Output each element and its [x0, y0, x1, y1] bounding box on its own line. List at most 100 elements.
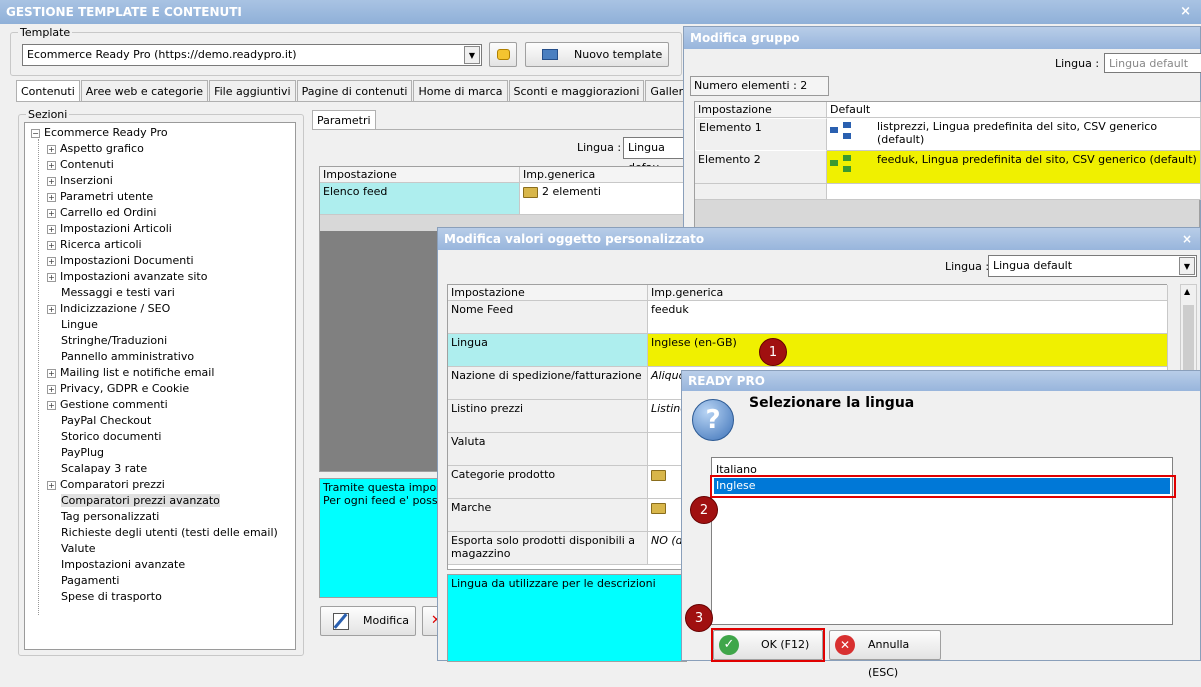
collapse-icon[interactable]: − [31, 128, 40, 138]
expand-icon[interactable]: + [47, 208, 56, 218]
custom-row-name[interactable]: Listino prezzi [448, 400, 648, 433]
tree-item-label: Impostazioni avanzate [61, 558, 186, 571]
tree-item[interactable]: PayPal Checkout [61, 413, 151, 429]
tree-item[interactable]: Pagamenti [61, 573, 119, 589]
tree-item[interactable]: Valute [61, 541, 96, 557]
tree-item[interactable]: Pannello amministrativo [61, 349, 194, 365]
tree-item[interactable]: Impostazioni avanzate [61, 557, 185, 573]
params-row-value[interactable]: 2 elementi [520, 183, 690, 215]
expand-icon[interactable]: + [47, 144, 56, 154]
tree-item[interactable]: Comparatori prezzi avanzato [61, 493, 220, 509]
custom-row-name[interactable]: Nome Feed [448, 301, 648, 334]
chevron-up-icon[interactable]: ▲ [1184, 287, 1190, 296]
close-icon[interactable]: × [1180, 0, 1191, 24]
chevron-down-icon[interactable]: ▼ [464, 46, 480, 64]
tree-item[interactable]: Richieste degli utenti (testi delle emai… [61, 525, 278, 541]
expand-icon[interactable]: + [47, 384, 56, 394]
lang-question: Selezionare la lingua [749, 395, 915, 411]
lang-dialog: READY PRO ? Selezionare la lingua Italia… [681, 370, 1201, 679]
expand-icon[interactable]: + [47, 160, 56, 170]
group-row1-name[interactable]: Elemento 1 [695, 118, 827, 151]
tree-item[interactable]: + Ricerca articoli [47, 237, 142, 253]
tree-item[interactable]: + Inserzioni [47, 173, 113, 189]
tab-1[interactable]: Aree web e categorie [80, 80, 209, 102]
group-row2-name[interactable]: Elemento 2 [695, 151, 827, 184]
custom-row-name[interactable]: Categorie prodotto [448, 466, 648, 499]
tree-item[interactable]: + Privacy, GDPR e Cookie [47, 381, 189, 397]
tab-5[interactable]: Sconti e maggiorazioni [508, 80, 645, 102]
tree-item[interactable]: Storico documenti [61, 429, 161, 445]
expand-icon[interactable]: + [47, 240, 56, 250]
expand-icon[interactable]: + [47, 400, 56, 410]
tree-item[interactable]: + Gestione commenti [47, 397, 168, 413]
tree-item[interactable]: Tag personalizzati [61, 509, 159, 525]
custom-row-name[interactable]: Marche [448, 499, 648, 532]
expand-icon[interactable]: + [47, 480, 56, 490]
group-lingua-label: Lingua : [1055, 57, 1100, 70]
tree-item[interactable]: + Impostazioni avanzate sito [47, 269, 207, 285]
tree-item-label: Pagamenti [61, 574, 120, 587]
new-template-label: Nuovo template [574, 48, 663, 61]
tree-item[interactable]: + Contenuti [47, 157, 114, 173]
tree-item[interactable]: Messaggi e testi vari [61, 285, 175, 301]
tab-0[interactable]: Contenuti [16, 80, 80, 102]
chevron-down-icon[interactable]: ▼ [1179, 257, 1195, 275]
tree-item[interactable]: + Indicizzazione / SEO [47, 301, 170, 317]
tree-item[interactable]: Stringhe/Traduzioni [61, 333, 167, 349]
params-row-setting[interactable]: Elenco feed [320, 183, 520, 215]
annotation-badge-2: 2 [690, 496, 718, 524]
modify-button[interactable]: Modifica [320, 606, 416, 636]
custom-row-value[interactable]: feeduk [648, 301, 1168, 334]
custom-description: Lingua da utilizzare per le descrizioni [447, 574, 687, 662]
tree-item[interactable]: PayPlug [61, 445, 104, 461]
custom-row-name[interactable]: Nazione di spedizione/fatturazione [448, 367, 648, 400]
group-lingua-input[interactable]: Lingua default [1104, 53, 1201, 73]
tab-4[interactable]: Home di marca [413, 80, 508, 102]
database-button[interactable] [489, 42, 517, 67]
tree-item[interactable]: Scalapay 3 rate [61, 461, 147, 477]
group-row2-value[interactable]: feeduk, Lingua predefinita del sito, CSV… [827, 151, 1201, 184]
expand-icon[interactable]: + [47, 224, 56, 234]
tree-line [38, 139, 39, 615]
tab-parametri[interactable]: Parametri [312, 110, 376, 130]
tree-root[interactable]: − Ecommerce Ready Pro [31, 125, 168, 141]
expand-icon[interactable]: + [47, 368, 56, 378]
tab-2[interactable]: File aggiuntivi [209, 80, 296, 102]
close-icon[interactable]: × [1182, 228, 1192, 250]
folder-icon [651, 502, 666, 514]
tree-item-label: Lingue [61, 318, 98, 331]
tree-item-label: Aspetto grafico [60, 142, 144, 155]
custom-lingua-select[interactable]: Lingua default ▼ [988, 255, 1197, 277]
tree-item[interactable]: + Aspetto grafico [47, 141, 144, 157]
tree-item-label: Stringhe/Traduzioni [61, 334, 168, 347]
cancel-button[interactable]: ✕ Annulla (ESC) [829, 630, 941, 679]
tree-item[interactable]: + Parametri utente [47, 189, 153, 205]
tree-item[interactable]: + Mailing list e notifiche email [47, 365, 214, 381]
expand-icon[interactable]: + [47, 192, 56, 202]
tree-item[interactable]: + Impostazioni Articoli [47, 221, 172, 237]
expand-icon[interactable]: + [47, 176, 56, 186]
expand-icon[interactable]: + [47, 304, 56, 314]
params-col-setting: Impostazione [320, 167, 520, 183]
custom-row-name[interactable]: Lingua [448, 334, 648, 367]
custom-lingua-value: Lingua default [993, 259, 1073, 272]
tree-item[interactable]: + Comparatori prezzi [47, 477, 165, 493]
template-select[interactable]: Ecommerce Ready Pro (https://demo.readyp… [22, 44, 482, 66]
tree-item[interactable]: + Carrello ed Ordini [47, 205, 156, 221]
main-title-bar: GESTIONE TEMPLATE E CONTENUTI × [0, 0, 1201, 24]
sections-tree[interactable]: − Ecommerce Ready Pro + Aspetto grafico + Con… [24, 122, 296, 650]
tree-item[interactable]: Lingue [61, 317, 98, 333]
tab-3[interactable]: Pagine di contenuti [296, 80, 413, 102]
tree-item[interactable]: + Impostazioni Documenti [47, 253, 194, 269]
custom-dialog-title: Modifica valori oggetto personalizzato [444, 232, 705, 246]
expand-icon[interactable]: + [47, 272, 56, 282]
custom-row-name[interactable]: Valuta [448, 433, 648, 466]
custom-row-name[interactable]: Esporta solo prodotti disponibili a maga… [448, 532, 648, 565]
tree-item[interactable]: Spese di trasporto [61, 589, 162, 605]
new-template-button[interactable]: Nuovo template [525, 42, 669, 67]
custom-row-value[interactable]: Inglese (en-GB) [648, 334, 1168, 367]
custom-row-value-text: feeduk [651, 303, 689, 316]
template-value: Ecommerce Ready Pro (https://demo.readyp… [27, 48, 297, 61]
group-row1-value[interactable]: listprezzi, Lingua predefinita del sito,… [827, 118, 1201, 151]
expand-icon[interactable]: + [47, 256, 56, 266]
